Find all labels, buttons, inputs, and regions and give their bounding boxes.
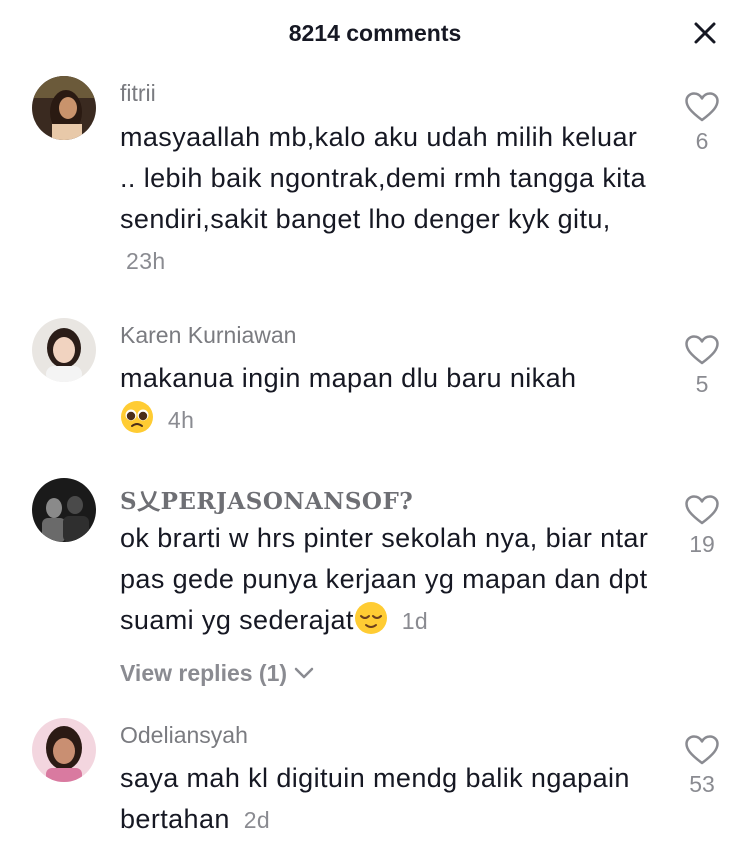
comment-time: 4h — [167, 407, 195, 433]
comments-count-title: 8214 comments — [288, 20, 462, 46]
comment-time: 1d — [401, 608, 429, 634]
comments-header: 8214 comments — [0, 0, 750, 66]
comment-username[interactable]: Odeliansyah — [120, 722, 248, 749]
close-icon — [694, 22, 716, 44]
comment-time: 2d — [243, 807, 271, 833]
avatar[interactable] — [32, 478, 96, 542]
relieved-face-emoji — [354, 602, 387, 634]
avatar[interactable] — [32, 318, 96, 382]
close-button[interactable] — [690, 18, 720, 48]
pleading-face-emoji — [121, 401, 153, 433]
like-count: 53 — [689, 771, 715, 797]
comment-text: masyaallah mb,kalo aku udah milih keluar… — [120, 117, 660, 282]
avatar[interactable] — [32, 718, 96, 782]
view-replies-label: View replies (1) — [120, 660, 288, 686]
avatar[interactable] — [32, 76, 96, 140]
comment-text: makanua ingin mapan dlu baru nikah 4h — [120, 358, 660, 441]
like-count: 19 — [689, 531, 715, 557]
heart-icon — [685, 335, 719, 365]
like-button[interactable]: 53 — [680, 735, 724, 798]
comment-body: saya mah kl digituin mendg balik ngapain… — [120, 763, 630, 834]
view-replies-button[interactable]: View replies (1) — [120, 660, 315, 687]
comment-text: ok brarti w hrs pinter sekolah nya, biar… — [120, 518, 660, 642]
like-button[interactable]: 5 — [680, 335, 724, 398]
comment-body: makanua ingin mapan dlu baru nikah — [120, 363, 577, 393]
comment-body: masyaallah mb,kalo aku udah milih keluar… — [120, 122, 646, 234]
comment-time: 23h — [126, 248, 166, 274]
heart-icon — [685, 92, 719, 122]
chevron-down-icon — [295, 667, 314, 679]
comment-username[interactable]: fitrii — [120, 80, 156, 107]
comment-text: saya mah kl digituin mendg balik ngapain… — [120, 758, 660, 841]
comment-username[interactable]: Karen Kurniawan — [120, 322, 296, 349]
comment-username[interactable]: S乂PERJASONANSOF? — [120, 482, 413, 516]
heart-icon — [685, 495, 719, 525]
like-button[interactable]: 19 — [680, 495, 724, 558]
like-count: 6 — [695, 128, 709, 154]
heart-icon — [685, 735, 719, 765]
like-count: 5 — [695, 371, 709, 397]
like-button[interactable]: 6 — [680, 92, 724, 155]
